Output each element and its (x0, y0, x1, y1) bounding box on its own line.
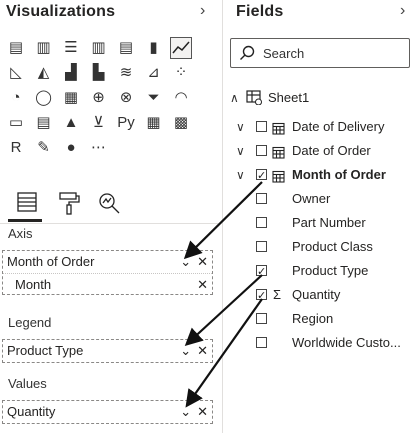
field-checkbox[interactable] (256, 121, 267, 132)
100-stacked-column-icon[interactable]: ▮ (144, 38, 164, 58)
field-label: Product Class (292, 239, 373, 254)
clustered-bar-icon[interactable]: ☰ (61, 38, 81, 58)
field-label: Worldwide Custo... (292, 335, 401, 350)
active-tab-indicator (8, 219, 42, 222)
line-chart-icon[interactable] (170, 37, 192, 59)
100-stacked-bar-icon[interactable]: ▤ (116, 38, 136, 58)
scatter-icon[interactable]: ⁘ (171, 63, 191, 83)
sigma-icon: Σ (273, 287, 282, 302)
axis-sub-field-name: Month (15, 277, 52, 292)
line-stacked-column-icon[interactable]: ▙ (89, 63, 109, 83)
filled-map-icon[interactable]: ⊗ (116, 88, 136, 108)
remove-field-close-icon[interactable]: ✕ (197, 343, 208, 358)
donut-chart-icon[interactable]: ◯ (34, 88, 54, 108)
analytics-magnifier-icon[interactable] (96, 190, 122, 216)
area-chart-icon[interactable]: ◺ (6, 63, 26, 83)
card-icon[interactable]: ▭ (6, 113, 26, 133)
legend-well-label: Legend (8, 315, 52, 330)
pane-divider (222, 0, 223, 433)
python-visual-icon[interactable]: Py (116, 113, 136, 133)
more-visuals-icon[interactable]: ⋯ (89, 138, 109, 158)
expand-chevron-icon[interactable]: ∨ (236, 116, 245, 138)
collapse-visualizations-chevron-icon[interactable]: › (200, 2, 205, 20)
axis-hierarchy-level[interactable]: Month ✕ (3, 273, 212, 296)
visualizations-title: Visualizations (6, 3, 116, 20)
format-paintroller-icon[interactable] (56, 190, 82, 216)
field-label: Region (292, 311, 334, 326)
line-clustered-column-icon[interactable]: ▟ (61, 63, 81, 83)
field-checkbox[interactable] (256, 285, 267, 307)
stacked-area-icon[interactable]: ◭ (34, 63, 54, 83)
expand-chevron-icon[interactable]: ∨ (236, 164, 245, 186)
values-well-label: Values (8, 376, 47, 391)
field-label: Date of Order (292, 143, 371, 158)
stacked-column-icon[interactable]: ▥ (34, 38, 54, 58)
field-checkbox[interactable] (256, 193, 267, 204)
axis-field-pill[interactable]: Month of Order ⌄ ✕ (3, 251, 212, 273)
r-visual-icon[interactable]: R (6, 138, 26, 158)
axis-well-label: Axis (8, 226, 33, 241)
field-label: Quantity (292, 287, 341, 302)
table-icon[interactable]: ▦ (144, 113, 164, 133)
field-checkbox[interactable] (256, 313, 267, 324)
remove-field-close-icon[interactable]: ✕ (197, 404, 208, 419)
field-label: Month of Order (292, 167, 386, 182)
legend-field-pill[interactable]: Product Type ⌄ ✕ (3, 340, 212, 362)
calendar-icon (272, 168, 285, 190)
field-checkbox[interactable] (256, 261, 267, 283)
multi-row-card-icon[interactable]: ▤ (34, 113, 54, 133)
slicer-icon[interactable]: ⊻ (89, 113, 109, 133)
globe-icon[interactable]: ● (61, 138, 81, 158)
map-icon[interactable]: ⊕ (89, 88, 109, 108)
remove-level-close-icon[interactable]: ✕ (197, 277, 208, 292)
field-label: Owner (292, 191, 331, 206)
arcgis-icon[interactable]: ✎ (34, 138, 54, 158)
pie-chart-icon[interactable]: ◔ (6, 88, 26, 108)
collapse-fields-chevron-icon[interactable]: › (400, 2, 405, 20)
legend-well[interactable]: Product Type ⌄ ✕ (2, 339, 213, 363)
field-checkbox[interactable] (256, 145, 267, 156)
arrow-month-to-axis (183, 181, 263, 260)
axis-field-name: Month of Order (7, 254, 95, 269)
field-label: Date of Delivery (292, 119, 385, 134)
table-name: Sheet1 (268, 90, 310, 105)
chevron-down-icon[interactable]: ⌄ (180, 404, 191, 419)
collapse-chevron-icon[interactable]: ∧ (230, 87, 239, 109)
remove-field-close-icon[interactable]: ✕ (197, 254, 208, 269)
chevron-down-icon[interactable]: ⌄ (180, 343, 191, 358)
treemap-icon[interactable]: ▦ (61, 88, 81, 108)
search-icon (239, 45, 255, 66)
field-checkbox[interactable] (256, 241, 267, 252)
tabs-divider (0, 223, 218, 224)
legend-field-name: Product Type (7, 343, 84, 358)
field-label: Part Number (292, 215, 366, 230)
waterfall-icon[interactable]: ⊿ (144, 63, 164, 83)
clustered-column-icon[interactable]: ▥ (89, 38, 109, 58)
values-field-pill[interactable]: Quantity ⌄ ✕ (3, 401, 212, 423)
funnel-icon[interactable]: ⏷ (144, 88, 164, 108)
field-checkbox[interactable] (256, 165, 267, 187)
chevron-down-icon[interactable]: ⌄ (180, 254, 191, 269)
field-checkbox[interactable] (256, 337, 267, 348)
field-label: Product Type (292, 263, 369, 278)
kpi-icon[interactable]: ▲ (61, 113, 81, 133)
axis-well[interactable]: Month of Order ⌄ ✕ Month ✕ (2, 250, 213, 295)
ribbon-chart-icon[interactable]: ≋ (116, 63, 136, 83)
values-well[interactable]: Quantity ⌄ ✕ (2, 400, 213, 424)
fields-title: Fields (236, 3, 284, 20)
gauge-icon[interactable]: ◠ (171, 88, 191, 108)
calendar-icon (272, 144, 285, 166)
search-placeholder: Search (263, 46, 305, 61)
field-checkbox[interactable] (256, 217, 267, 228)
expand-chevron-icon[interactable]: ∨ (236, 140, 245, 162)
calendar-icon (272, 120, 285, 142)
values-field-name: Quantity (7, 404, 56, 419)
matrix-icon[interactable]: ▩ (171, 113, 191, 133)
table-icon (246, 89, 262, 112)
fields-tab-icon[interactable] (14, 190, 40, 216)
stacked-bar-icon[interactable]: ▤ (6, 38, 26, 58)
fields-search-box[interactable]: Search (230, 38, 410, 68)
